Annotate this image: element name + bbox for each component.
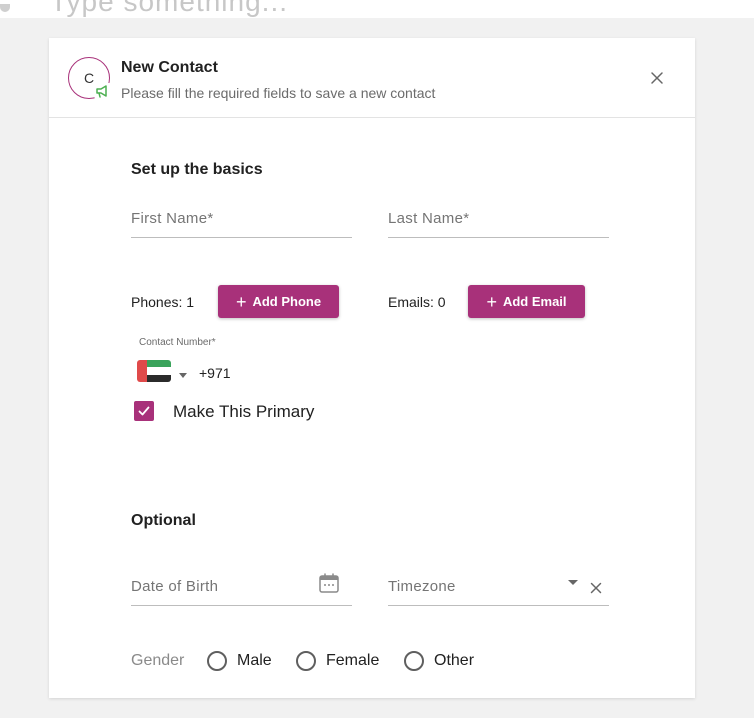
background-ghost-text: Type something... (50, 0, 289, 17)
last-name-input[interactable] (388, 204, 609, 227)
first-name-input[interactable] (131, 204, 352, 227)
dialog-header: C New Contact Please fill the required f… (49, 38, 695, 118)
check-icon (138, 406, 150, 416)
plus-icon: + (235, 291, 247, 312)
gender-radio-male[interactable] (207, 651, 227, 671)
gender-radio-female[interactable] (296, 651, 316, 671)
emails-count-label: Emails: 0 (388, 294, 446, 310)
optional-section-title: Optional (131, 512, 196, 529)
first-name-field (131, 204, 352, 238)
make-primary-checkbox[interactable] (134, 401, 154, 421)
add-email-label: Add Email (502, 294, 567, 309)
dialog-title: New Contact (121, 59, 218, 76)
date-of-birth-input[interactable] (131, 572, 311, 595)
add-email-button[interactable]: + Add Email (468, 285, 585, 318)
add-phone-button[interactable]: + Add Phone (218, 285, 339, 318)
uae-flag-icon[interactable] (137, 360, 171, 382)
megaphone-icon (94, 83, 112, 99)
timezone-field (388, 572, 609, 606)
last-name-field (388, 204, 609, 238)
timezone-dropdown-caret-icon[interactable] (568, 580, 578, 585)
new-contact-dialog: C New Contact Please fill the required f… (49, 38, 695, 698)
clear-icon[interactable] (588, 580, 604, 596)
gender-option-other-label: Other (434, 652, 475, 669)
plus-icon: + (486, 291, 497, 312)
gender-label: Gender (131, 652, 185, 669)
close-icon[interactable] (647, 68, 667, 88)
gender-option-male-label: Male (237, 652, 272, 669)
basics-section-title: Set up the basics (131, 161, 263, 178)
dialog-subtitle: Please fill the required fields to save … (121, 85, 436, 101)
dial-code[interactable]: +971 (199, 365, 231, 381)
timezone-input[interactable] (388, 572, 548, 595)
make-primary-label: Make This Primary (173, 402, 315, 421)
add-phone-label: Add Phone (252, 294, 322, 309)
country-dropdown-caret-icon[interactable] (179, 373, 187, 378)
gender-option-female-label: Female (326, 652, 380, 669)
contact-number-label: Contact Number* (139, 337, 216, 348)
phones-count-label: Phones: 1 (131, 294, 195, 310)
calendar-icon[interactable] (317, 571, 341, 595)
gender-radio-other[interactable] (404, 651, 424, 671)
